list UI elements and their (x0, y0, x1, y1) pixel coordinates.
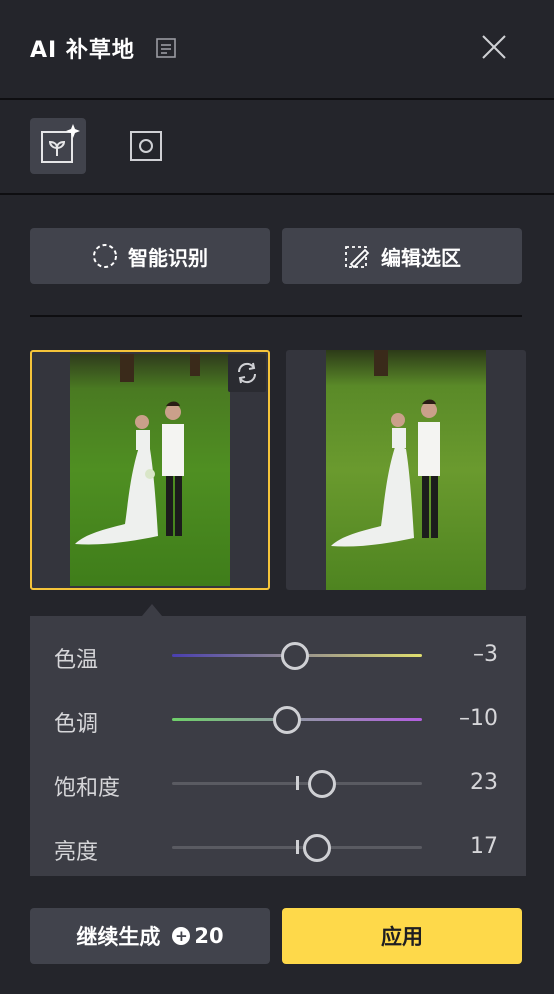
plus-coin-icon: + (172, 927, 191, 945)
slider-value: 17 (470, 834, 498, 859)
adjustment-panel: 色温 –3 色调 –10 饱和度 23 亮度 17 (30, 616, 526, 876)
slider-label: 饱和度 (54, 776, 121, 801)
grass-tool-button[interactable] (30, 118, 86, 174)
smart-detect-label: 智能识别 (128, 245, 208, 270)
continue-generate-label: 继续生成 (76, 925, 161, 949)
wedding-photo-image (326, 350, 486, 590)
slider-label: 色温 (54, 648, 99, 673)
panel-pointer (142, 604, 162, 616)
slider-center-tick (296, 840, 299, 854)
edit-selection-label: 编辑选区 (381, 245, 461, 270)
close-icon[interactable] (480, 33, 508, 61)
slider-row-saturation: 饱和度 23 (30, 764, 526, 804)
slider-knob[interactable] (308, 770, 336, 798)
panel-header: AI 补草地 (0, 0, 554, 98)
smart-detect-button[interactable]: 智能识别 (30, 228, 270, 284)
slider-row-tint: 色调 –10 (30, 700, 526, 740)
header-divider (0, 98, 554, 100)
document-icon[interactable] (155, 37, 177, 59)
frame-tool-button[interactable] (118, 118, 174, 174)
slider-row-brightness: 亮度 17 (30, 828, 526, 868)
sparkle-plant-icon (41, 124, 80, 163)
apply-label: 应用 (381, 925, 423, 949)
regenerate-button[interactable] (228, 354, 266, 392)
slider-label: 亮度 (54, 840, 99, 865)
slider-value: –3 (473, 642, 498, 667)
refresh-icon (237, 362, 257, 384)
apply-button[interactable]: 应用 (282, 908, 522, 964)
generate-cost: 20 (194, 924, 224, 948)
slider-value: –10 (459, 706, 498, 731)
tools-divider (0, 193, 554, 195)
slider-knob[interactable] (273, 706, 301, 734)
slider-knob[interactable] (303, 834, 331, 862)
wedding-photo-image (70, 354, 230, 586)
slider-center-tick (296, 776, 299, 790)
slider-row-color-temperature: 色温 –3 (30, 636, 526, 676)
frame-circle-icon (130, 131, 162, 161)
panel-title: AI 补草地 (30, 38, 135, 63)
brush-selection-icon (345, 246, 370, 269)
result-thumbnail-2[interactable] (286, 350, 526, 590)
result-thumbnail-1[interactable] (30, 350, 270, 590)
slider-label: 色调 (54, 712, 99, 737)
slider-knob[interactable] (280, 642, 309, 670)
slider-value: 23 (470, 770, 498, 795)
edit-selection-button[interactable]: 编辑选区 (282, 228, 522, 284)
continue-generate-button[interactable]: 继续生成 + 20 (30, 908, 270, 964)
dashed-circle-icon (93, 244, 117, 268)
section-divider (30, 315, 522, 317)
